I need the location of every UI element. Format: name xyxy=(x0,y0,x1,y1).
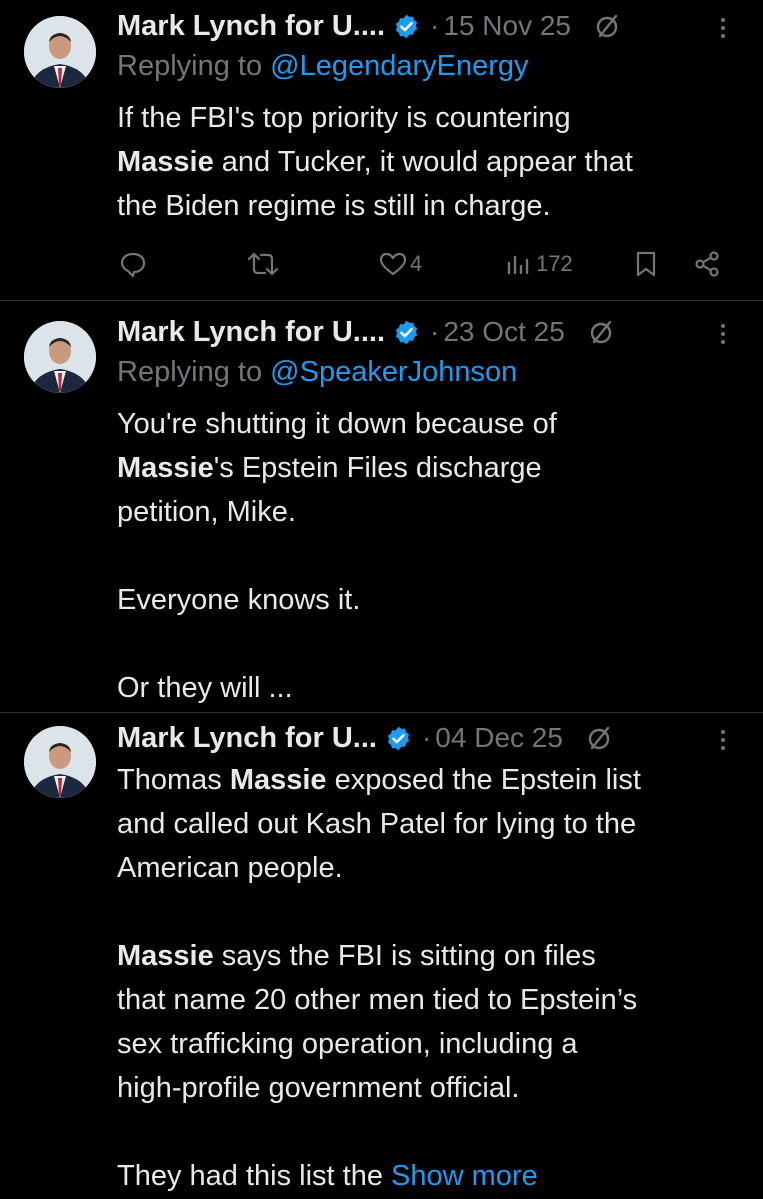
views-icon xyxy=(507,255,529,275)
highlighted-term: Massie xyxy=(117,452,214,484)
tweet-text-run: petition, Mike. xyxy=(117,496,296,528)
tweet-text-line: that name 20 other men tied to Epstein’s xyxy=(117,978,747,1022)
share-icon xyxy=(695,251,719,277)
tweet-text-run: They had this list the xyxy=(117,1160,392,1192)
author-name[interactable]: Mark Lynch for U... xyxy=(117,722,377,755)
action-bar: 4 172 xyxy=(0,244,763,284)
tweet-text-run: Everyone knows it. xyxy=(117,584,361,616)
tweet-divider xyxy=(0,712,763,713)
grok-icon[interactable] xyxy=(585,724,613,752)
tweet-date[interactable]: 23 Oct 25 xyxy=(443,316,564,348)
author-name[interactable]: Mark Lynch for U.... xyxy=(117,10,385,43)
tweet-text-run: the Biden regime is still in charge. xyxy=(117,190,551,222)
highlighted-term: Massie xyxy=(117,146,214,178)
tweet-header: Mark Lynch for U... · 04 Dec 25 xyxy=(117,718,613,758)
replying-to: Replying to @SpeakerJohnson xyxy=(117,356,517,389)
replying-to-label: Replying to xyxy=(117,50,263,82)
tweet-text-run: and called out Kash Patel for lying to t… xyxy=(117,808,637,840)
tweet-text-run: You're shutting it down because of xyxy=(117,408,557,440)
bookmark-icon xyxy=(636,251,656,277)
bookmark-button[interactable] xyxy=(634,244,658,284)
views-button[interactable]: 172 xyxy=(506,244,573,284)
tweet-text-run: high-profile government official. xyxy=(117,1072,520,1104)
tweet-text-line: the Biden regime is still in charge. xyxy=(117,184,747,228)
show-more-link[interactable]: Show more xyxy=(391,1160,538,1192)
tweet-text-run: sex trafficking operation, including a xyxy=(117,1028,578,1060)
tweet-header: Mark Lynch for U.... · 15 Nov 25 xyxy=(117,6,621,46)
tweet-text-run: If the FBI's top priority is countering xyxy=(117,102,571,134)
separator-dot: · xyxy=(421,722,432,753)
verified-badge-icon xyxy=(393,13,420,40)
separator-dot: · xyxy=(430,10,440,41)
tweet-text-line: Massie says the FBI is sitting on files xyxy=(117,934,747,978)
replying-to-label: Replying to xyxy=(117,356,263,388)
tweet-text-line: They had this list the Show more xyxy=(117,1154,747,1198)
view-count: 172 xyxy=(536,251,573,276)
tweet-text-run: exposed the Epstein list xyxy=(326,764,641,796)
like-icon xyxy=(379,252,407,276)
tweet-date[interactable]: 04 Dec 25 xyxy=(435,722,563,754)
avatar[interactable] xyxy=(24,726,96,798)
highlighted-term: Massie xyxy=(229,764,327,796)
tweet-text-line: Or they will ... xyxy=(117,666,747,710)
tweet-text-run: Thomas xyxy=(117,764,230,796)
tweet-text: If the FBI's top priority is countering … xyxy=(117,96,747,228)
like-count: 4 xyxy=(410,251,423,276)
tweet-text: Thomas Massie exposed the Epstein list an… xyxy=(117,758,747,1198)
tweet-text: You're shutting it down because of Massie… xyxy=(117,402,747,710)
tweet-divider xyxy=(0,300,763,301)
grok-icon[interactable] xyxy=(593,12,621,40)
tweet-text-line xyxy=(117,622,747,666)
reply-icon xyxy=(120,252,146,278)
reply-handle-link[interactable]: @LegendaryEnergy xyxy=(270,50,528,82)
retweet-button[interactable] xyxy=(246,244,280,284)
tweet-text-line: American people. xyxy=(117,846,747,890)
tweet-text-line: You're shutting it down because of xyxy=(117,402,747,446)
more-options-icon[interactable] xyxy=(717,16,729,40)
tweet-text-line: Massie's Epstein Files discharge xyxy=(117,446,747,490)
verified-badge-icon xyxy=(393,319,420,346)
tweet-text-run: Or they will ... xyxy=(117,672,293,704)
tweet-text-line: high-profile government official. xyxy=(117,1066,747,1110)
tweet-text-run: says the FBI is sitting on files xyxy=(213,940,596,972)
tweet-date[interactable]: 15 Nov 25 xyxy=(443,10,571,42)
verified-badge-icon xyxy=(385,725,412,752)
author-name[interactable]: Mark Lynch for U.... xyxy=(117,316,385,349)
tweet-text-line: Everyone knows it. xyxy=(117,578,747,622)
tweet-text-run: 's Epstein Files discharge xyxy=(213,452,542,484)
more-options-icon[interactable] xyxy=(717,322,729,346)
tweet-text-run: that name 20 other men tied to Epstein’s xyxy=(117,984,638,1016)
avatar[interactable] xyxy=(24,16,96,88)
like-button[interactable]: 4 xyxy=(378,244,422,284)
tweet-text-line: sex trafficking operation, including a xyxy=(117,1022,747,1066)
tweet-text-line xyxy=(117,534,747,578)
tweet-text-line xyxy=(117,1110,747,1154)
tweet-text-run: American people. xyxy=(117,852,343,884)
tweet-header: Mark Lynch for U.... · 23 Oct 25 xyxy=(117,312,615,352)
tweet-text-line: petition, Mike. xyxy=(117,490,747,534)
highlighted-term: Massie xyxy=(117,940,214,972)
reply-button[interactable] xyxy=(118,244,148,284)
share-button[interactable] xyxy=(692,244,722,284)
separator-dot: · xyxy=(430,316,440,347)
more-options-icon[interactable] xyxy=(717,728,729,752)
tweet-text-line: If the FBI's top priority is countering xyxy=(117,96,747,140)
tweet-text-run: and Tucker, it would appear that xyxy=(213,146,633,178)
tweet-text-line xyxy=(117,890,747,934)
reply-handle-link[interactable]: @SpeakerJohnson xyxy=(270,356,517,388)
avatar[interactable] xyxy=(24,321,96,393)
tweet-text-line: and called out Kash Patel for lying to t… xyxy=(117,802,747,846)
tweet-text-line: Thomas Massie exposed the Epstein list xyxy=(117,758,747,802)
grok-icon[interactable] xyxy=(587,318,615,346)
retweet-icon xyxy=(247,252,279,276)
replying-to: Replying to @LegendaryEnergy xyxy=(117,50,529,83)
tweet-text-line: Massie and Tucker, it would appear that xyxy=(117,140,747,184)
